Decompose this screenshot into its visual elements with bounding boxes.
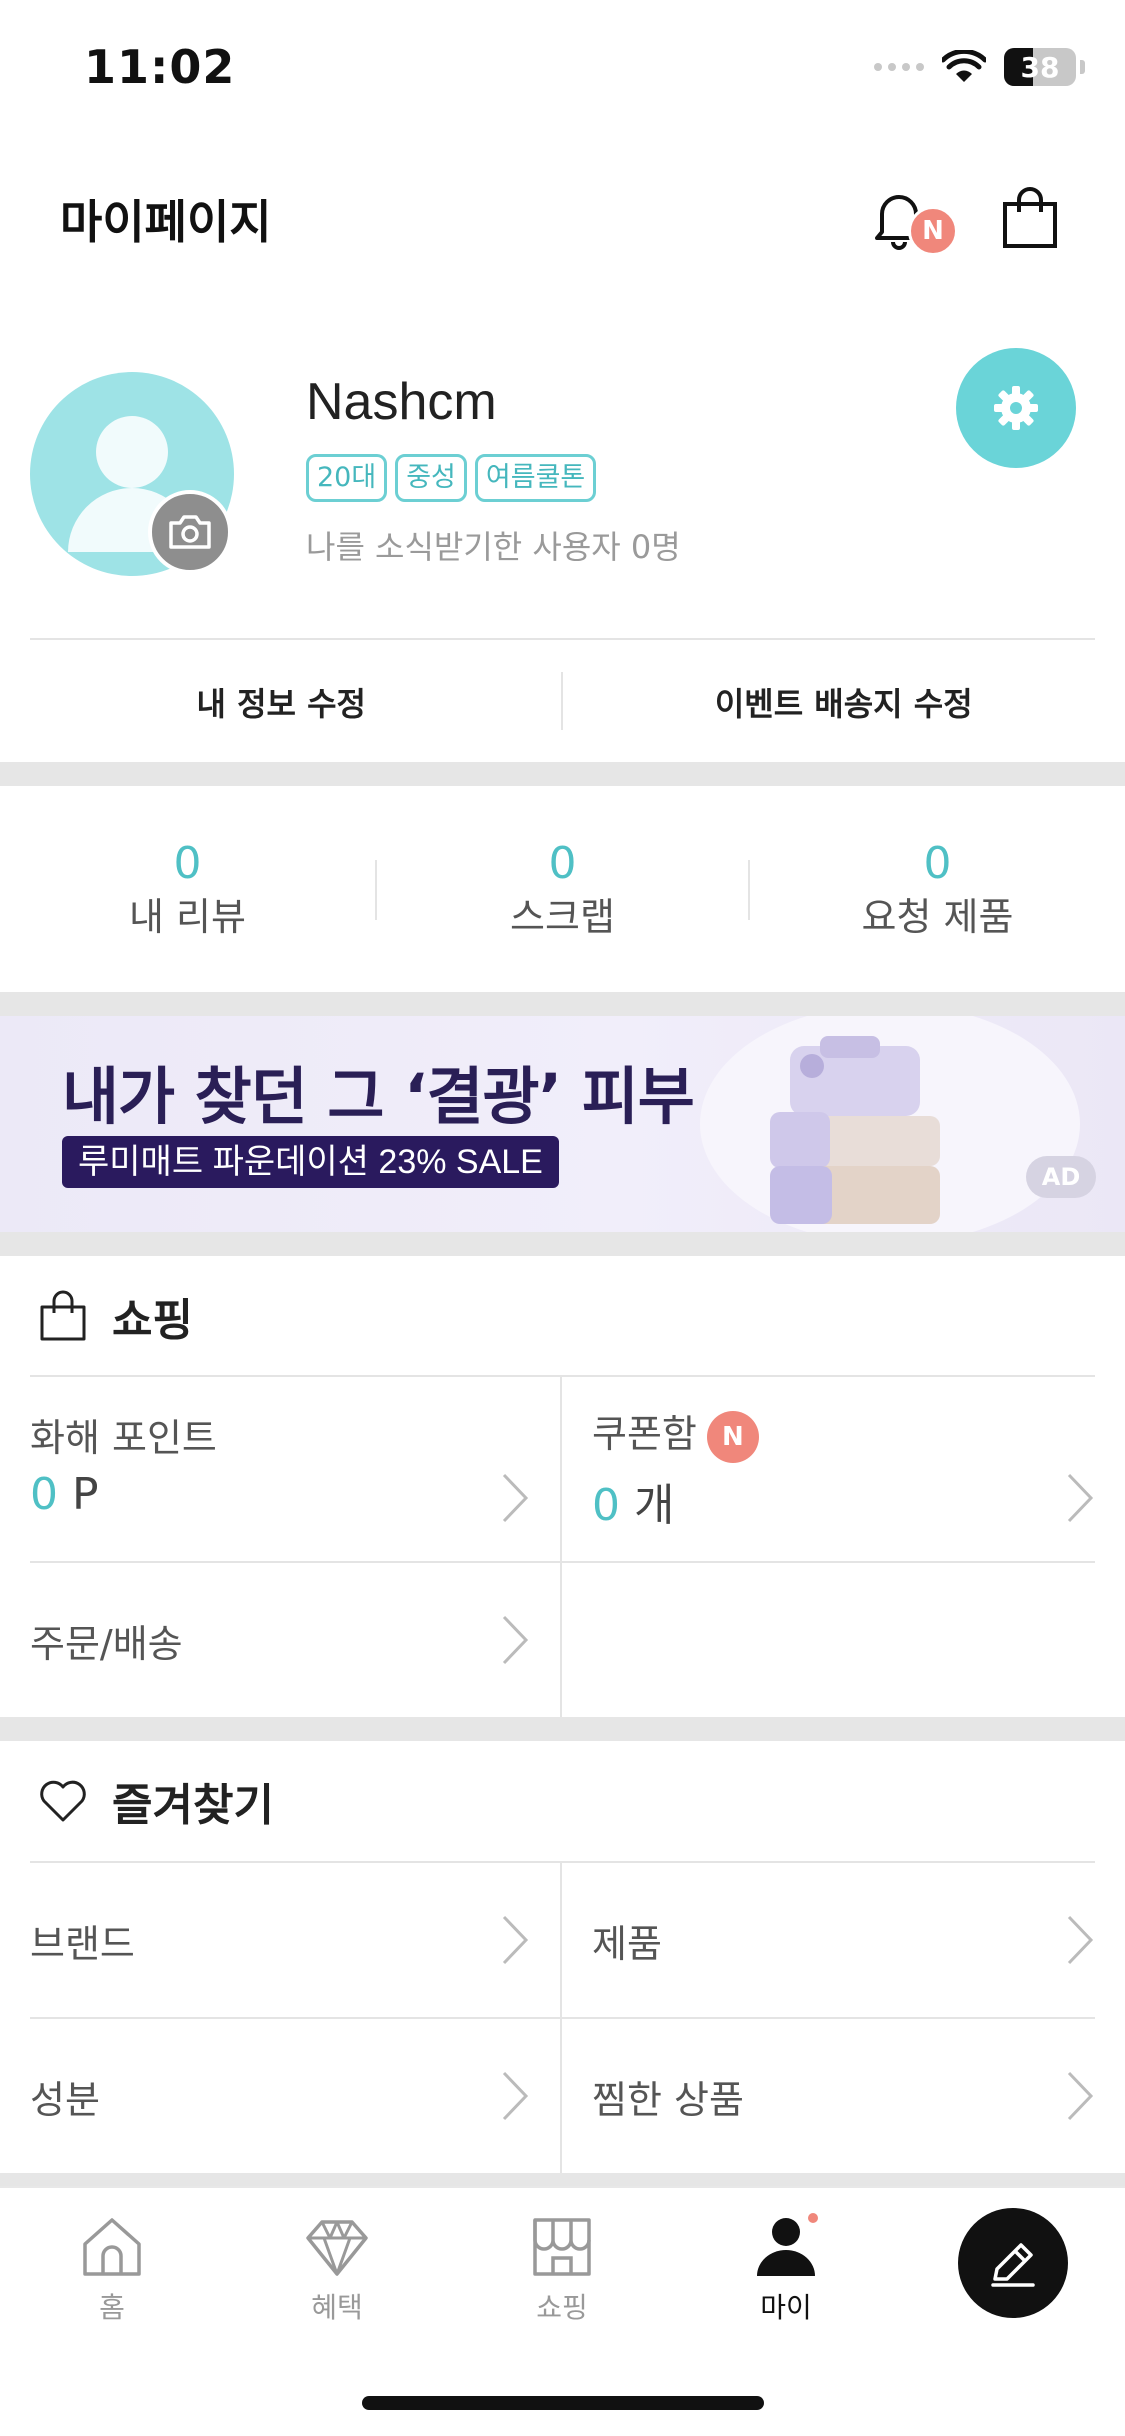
section-separator [0,992,1125,1016]
signal-icon [874,63,924,71]
pencil-icon [991,2243,1035,2287]
battery-icon: 38 [1004,48,1076,86]
stat-scraps[interactable]: 0 스크랩 [375,786,750,992]
status-icons: 38 [874,48,1085,86]
coupon-label: 쿠폰함 N [592,1403,759,1463]
foundation-bottles-image [700,1016,1080,1232]
camera-button[interactable] [148,490,232,574]
stat-value: 0 [923,838,952,889]
points-label: 화해 포인트 [30,1416,217,1460]
tab-home[interactable]: 홈 [32,2212,192,2326]
ad-badge: AD [1026,1156,1096,1198]
favorite-brands-cell[interactable]: 브랜드 [0,1863,560,2017]
favorite-item-label: 브랜드 [30,1922,135,1966]
divider [561,672,563,730]
section-title: 즐겨찾기 [112,1780,274,1831]
wifi-icon [942,50,986,82]
camera-icon [169,515,211,549]
chevron-right-icon [502,2071,529,2121]
tag-age: 20대 [306,454,388,502]
favorite-ingredients-cell[interactable]: 성분 [0,2019,560,2173]
section-separator [0,2173,1125,2187]
coupon-cell[interactable]: 쿠폰함 N 0 개 [562,1377,1125,1561]
tag-tone: 여름쿨톤 [474,454,597,502]
stat-label: 스크랩 [510,895,615,939]
tab-shopping[interactable]: 쇼핑 [482,2212,642,2326]
favorite-products-cell[interactable]: 제품 [562,1863,1125,2017]
section-title: 쇼핑 [112,1295,193,1346]
chevron-right-icon [1067,1473,1094,1523]
divider [560,1377,562,1717]
stat-reviews[interactable]: 0 내 리뷰 [0,786,375,992]
stat-requests[interactable]: 0 요청 제품 [750,786,1125,992]
stats-row: 0 내 리뷰 0 스크랩 0 요청 제품 [0,786,1125,992]
chevron-right-icon [502,1615,529,1665]
tag-skin: 중성 [395,454,467,502]
gear-icon [994,386,1038,430]
favorite-item-label: 제품 [592,1922,662,1966]
shopping-bag-icon[interactable] [1000,186,1060,250]
edit-address-button[interactable]: 이벤트 배송지 수정 [563,640,1125,764]
favorite-item-label: 성분 [30,2078,100,2122]
shopping-bag-icon [40,1290,86,1341]
tab-benefits[interactable]: 혜택 [257,2212,417,2326]
favorite-wishlist-cell[interactable]: 찜한 상품 [562,2019,1125,2173]
home-indicator [362,2396,764,2410]
divider [560,1863,562,2173]
shopping-section-header: 쇼핑 [0,1256,1125,1376]
coupon-value: 0 개 [592,1480,675,1531]
favorite-item-label: 찜한 상품 [592,2078,744,2122]
heart-icon [40,1780,86,1822]
stat-value: 0 [548,838,577,889]
settings-button[interactable] [956,348,1076,468]
coupon-new-badge: N [706,1410,759,1463]
ad-subtitle: 루미매트 파운데이션 23% SALE [62,1136,559,1188]
followers-count[interactable]: 나를 소식받기한 사용자 0명 [306,522,681,568]
tab-my[interactable]: 마이 [706,2212,866,2326]
chevron-right-icon [502,1915,529,1965]
orders-cell[interactable]: 주문/배송 [0,1563,560,1717]
store-icon [533,2218,591,2276]
orders-label: 주문/배송 [30,1622,183,1666]
section-separator [0,1232,1125,1256]
points-cell[interactable]: 화해 포인트 0 P [0,1377,560,1561]
person-icon [757,2213,818,2276]
chevron-right-icon [1067,2071,1094,2121]
divider [375,860,377,920]
edit-info-button[interactable]: 내 정보 수정 [0,640,563,764]
notification-badge: N [908,206,958,256]
username: Nashcm [306,373,497,431]
tab-label: 홈 [99,2291,125,2324]
favorites-section-header: 즐겨찾기 [0,1741,1125,1861]
stat-value: 0 [173,838,202,889]
points-value: 0 P [30,1469,99,1520]
tab-label: 혜택 [311,2291,363,2324]
tab-label: 쇼핑 [536,2291,588,2324]
section-separator [0,1717,1125,1741]
status-time: 11:02 [84,40,236,94]
section-separator [0,762,1125,786]
write-review-button[interactable] [958,2208,1068,2318]
profile-tags: 20대 중성 여름쿨톤 [306,454,597,502]
ad-title: 내가 찾던 그 ‘결광’ 피부 [62,1060,695,1133]
stat-label: 내 리뷰 [129,895,246,939]
home-icon [83,2218,141,2276]
page-title: 마이페이지 [60,195,272,249]
tab-label: 마이 [760,2291,812,2324]
stat-label: 요청 제품 [861,895,1014,939]
chevron-right-icon [502,1473,529,1523]
diamond-icon [306,2220,368,2276]
chevron-right-icon [1067,1915,1094,1965]
